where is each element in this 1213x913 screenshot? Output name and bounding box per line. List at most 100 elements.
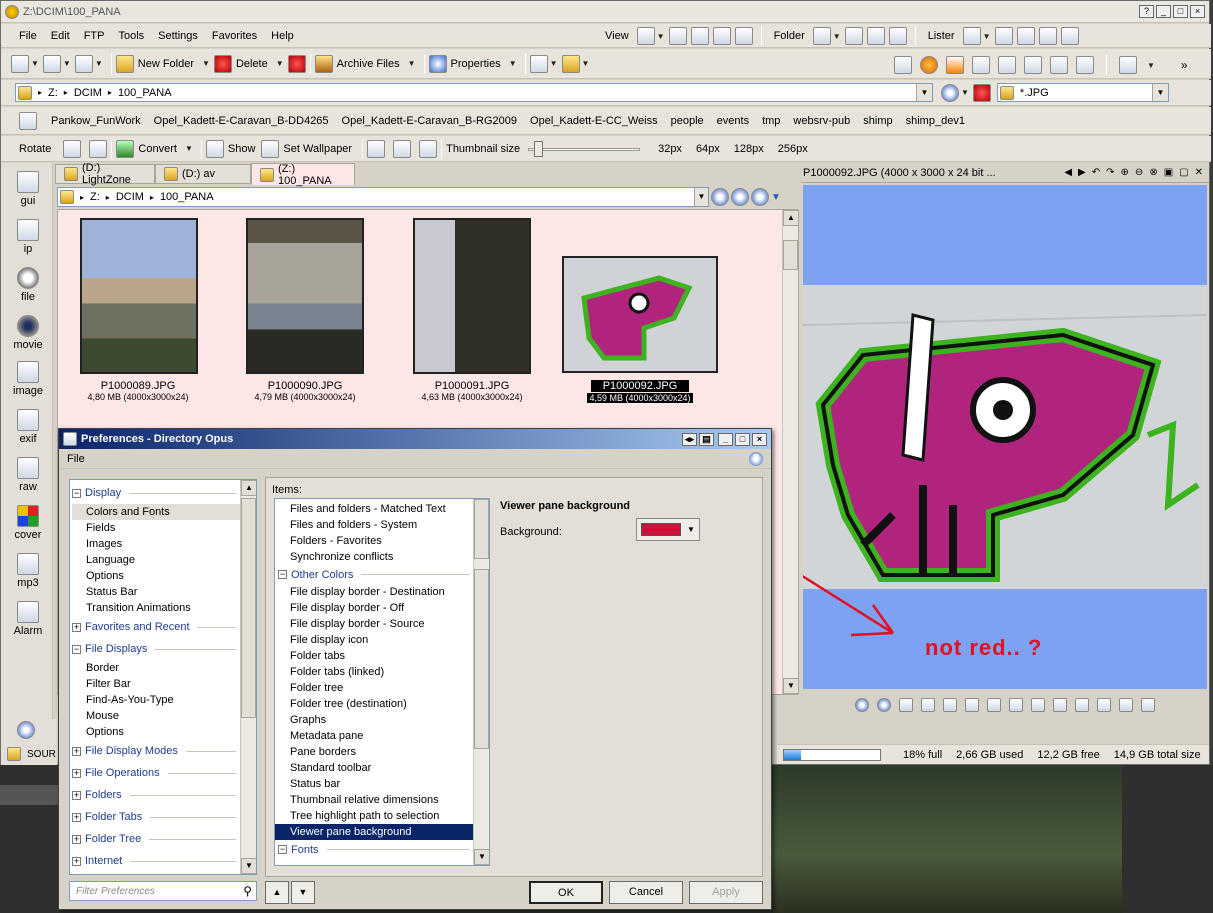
scroll-thumb-top[interactable] <box>474 499 489 559</box>
size-256[interactable]: 256px <box>778 143 808 155</box>
sidebar-gui[interactable]: gui <box>5 171 51 207</box>
dialog-restore-button[interactable]: ▤ <box>699 432 714 446</box>
first-icon[interactable] <box>855 698 869 712</box>
fullscreen-icon[interactable]: ▢ <box>1179 167 1188 178</box>
list-item[interactable]: Folders - Favorites <box>275 533 489 549</box>
new-folder-button[interactable]: New Folder <box>115 54 194 73</box>
printer-icon[interactable] <box>1119 56 1137 74</box>
favorite-item[interactable]: tmp <box>762 115 780 127</box>
vlc-icon[interactable] <box>946 56 964 74</box>
collapse-icon[interactable]: − <box>278 570 287 579</box>
folder-label[interactable]: Folder <box>774 30 805 42</box>
calendar-icon[interactable] <box>894 56 912 74</box>
tree-item[interactable]: Transition Animations <box>72 600 256 616</box>
file-item[interactable]: P1000089.JPG 4,80 MB (4000x3000x24) <box>58 380 218 402</box>
scroll-down-icon[interactable]: ▼ <box>241 858 256 874</box>
scroll-thumb[interactable] <box>474 569 489 749</box>
tree-scrollbar[interactable]: ▲ ▼ <box>240 480 256 874</box>
apply-button[interactable]: Apply <box>689 881 763 904</box>
tree-group[interactable]: + Folders <box>72 784 256 806</box>
lister-single-icon[interactable] <box>994 27 1013 45</box>
back-icon[interactable] <box>711 188 729 206</box>
items-list[interactable]: Files and folders - Matched Text Files an… <box>274 498 490 866</box>
chevron-down-icon[interactable]: ▼ <box>961 88 969 97</box>
chevron-down-icon[interactable]: ▼ <box>63 59 71 68</box>
breadcrumb-folder[interactable]: 100_PANA <box>160 191 214 203</box>
view-power-icon[interactable] <box>712 27 731 45</box>
new-file-icon[interactable] <box>11 54 29 73</box>
maximize-button[interactable]: □ <box>1173 5 1188 18</box>
list-item[interactable]: Files and folders - System <box>275 517 489 533</box>
list-item[interactable]: Pane borders <box>275 744 489 760</box>
thumbnail-size-slider[interactable] <box>528 140 641 157</box>
fit-icon[interactable] <box>1009 698 1023 712</box>
menu-ftp[interactable]: FTP <box>84 30 105 42</box>
folder-format-icon[interactable] <box>866 27 885 45</box>
size-32[interactable]: 32px <box>658 143 682 155</box>
path-dropdown-icon[interactable]: ▼ <box>916 84 932 101</box>
move-up-button[interactable]: ▲ <box>265 881 289 904</box>
list-item[interactable]: File display border - Destination <box>275 584 489 600</box>
delete-permanent-icon[interactable] <box>287 54 306 73</box>
scroll-thumb[interactable] <box>783 240 798 270</box>
search-icon[interactable]: ⚲ <box>243 884 252 898</box>
tree-group[interactable]: + File Operations <box>72 762 256 784</box>
dialog-title-bar[interactable]: Preferences - Directory Opus ◂▸ ▤ _ □ × <box>59 429 771 449</box>
collapse-icon[interactable]: − <box>278 845 287 854</box>
rotate-ccw-icon[interactable] <box>899 698 913 712</box>
image-info-icon[interactable] <box>1031 698 1045 712</box>
chevron-down-icon[interactable]: ▼ <box>31 59 39 68</box>
breadcrumb-drive[interactable]: Z: <box>90 191 100 203</box>
frame-icon[interactable]: ▣ <box>1164 167 1173 178</box>
view-list-icon[interactable] <box>690 27 709 45</box>
file-item[interactable]: P1000091.JPG 4,63 MB (4000x3000x24) <box>392 380 552 402</box>
expand-icon[interactable]: + <box>72 856 81 866</box>
list-item[interactable]: Metadata pane <box>275 728 489 744</box>
dialog-maximize-button[interactable]: □ <box>735 432 750 446</box>
tree-item[interactable]: Options <box>72 568 256 584</box>
rotate-left-icon[interactable] <box>63 139 82 158</box>
file-item[interactable]: P1000090.JPG 4,79 MB (4000x3000x24) <box>225 380 385 402</box>
dialog-minimize-button[interactable]: _ <box>718 432 733 446</box>
tree-item[interactable]: Language <box>72 552 256 568</box>
rename-icon[interactable] <box>74 54 93 73</box>
toolbar-overflow-icon[interactable]: » <box>1181 58 1188 72</box>
help-icon[interactable]: ? <box>749 451 763 466</box>
expand-icon[interactable]: + <box>72 790 81 800</box>
rotate-button[interactable]: Rotate <box>19 143 51 155</box>
tree-item[interactable]: Options <box>72 724 256 740</box>
fullscreen-icon[interactable] <box>1097 698 1111 712</box>
breadcrumb-dcim[interactable]: DCIM <box>74 87 102 99</box>
slideshow-icon[interactable] <box>1075 698 1089 712</box>
tag-icon[interactable] <box>972 56 990 74</box>
list-item[interactable]: Folder tabs (linked) <box>275 664 489 680</box>
list-item[interactable]: Files and folders - Matched Text <box>275 501 489 517</box>
breadcrumb-drive[interactable]: Z: <box>48 87 58 99</box>
list-item[interactable]: Status bar <box>275 776 489 792</box>
last-icon[interactable] <box>877 698 891 712</box>
list-item[interactable]: Synchronize conflicts <box>275 549 489 565</box>
zoom-out-icon[interactable] <box>965 698 979 712</box>
close-button[interactable]: × <box>1190 5 1205 18</box>
sidebar-raw[interactable]: raw <box>5 457 51 493</box>
chevron-down-icon[interactable]: ▼ <box>509 59 517 68</box>
slider-handle[interactable] <box>533 140 543 157</box>
expand-icon[interactable]: + <box>72 834 81 844</box>
thumbnail-image[interactable] <box>246 218 364 374</box>
sidebar-cover[interactable]: cover <box>5 505 51 541</box>
size-128[interactable]: 128px <box>734 143 764 155</box>
properties-button[interactable]: Properties <box>428 54 501 73</box>
forward-icon[interactable] <box>731 188 749 206</box>
list-item[interactable]: Folder tabs <box>275 648 489 664</box>
move-down-button[interactable]: ▼ <box>291 881 315 904</box>
filter-field[interactable]: *.JPG ▼ <box>996 83 1169 102</box>
ok-button[interactable]: OK <box>529 881 603 904</box>
thumbnail-image[interactable] <box>413 218 531 374</box>
swap-icon[interactable] <box>561 54 580 73</box>
list-item[interactable]: File display border - Source <box>275 616 489 632</box>
items-scrollbar[interactable]: ▼ <box>473 499 489 865</box>
favorite-item[interactable]: shimp <box>863 115 892 127</box>
expand-icon[interactable]: + <box>72 768 81 778</box>
dialog-menu-file[interactable]: File <box>67 453 85 465</box>
sidebar-ip[interactable]: ip <box>5 219 51 255</box>
